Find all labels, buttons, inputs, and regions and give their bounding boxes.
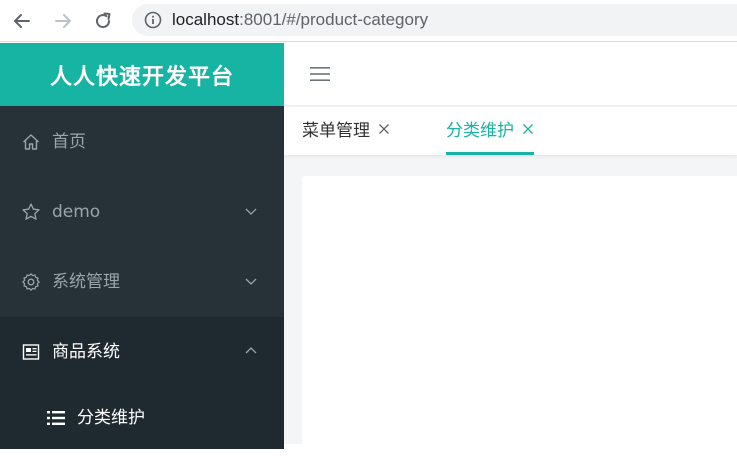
main-content: 菜单管理 分类维护 (284, 43, 737, 456)
tab-bar: 菜单管理 分类维护 (284, 107, 737, 155)
star-icon (22, 203, 40, 220)
forward-arrow-icon (55, 14, 71, 28)
topbar (284, 43, 737, 106)
info-icon[interactable] (144, 11, 162, 29)
sidebar-subitem-category[interactable]: 分类维护 (0, 387, 284, 449)
sidebar-item-label: 首页 (52, 132, 86, 152)
sidebar: 人人快速开发平台 首页 demo 系统管理 商品系统 分类维护 (0, 43, 284, 449)
tab-label: 菜单管理 (302, 121, 370, 141)
sidebar-item-product[interactable]: 商品系统 (0, 317, 284, 387)
url-path: :8001/#/product-category (239, 10, 429, 29)
list-icon (47, 411, 65, 425)
sidebar-item-home[interactable]: 首页 (0, 107, 284, 177)
address-bar[interactable]: localhost:8001/#/product-category (132, 4, 737, 36)
tab-label: 分类维护 (446, 121, 514, 141)
url-text: localhost:8001/#/product-category (172, 10, 428, 30)
browser-toolbar: localhost:8001/#/product-category (0, 0, 737, 42)
home-icon (23, 134, 39, 150)
forward-button[interactable] (49, 7, 77, 35)
app-root: 人人快速开发平台 首页 demo 系统管理 商品系统 分类维护 菜单管理 分类维… (0, 43, 737, 456)
close-icon[interactable] (522, 123, 534, 135)
product-icon (22, 344, 40, 360)
chevron-up-icon (245, 347, 257, 354)
reload-button[interactable] (89, 7, 117, 35)
chevron-down-icon (245, 208, 257, 215)
gear-icon (22, 273, 40, 291)
brand-title[interactable]: 人人快速开发平台 (0, 43, 284, 106)
reload-icon (96, 12, 111, 29)
url-host: localhost (172, 10, 240, 29)
back-arrow-icon (14, 14, 30, 28)
sidebar-item-label: 商品系统 (52, 342, 120, 362)
menu-toggle-icon[interactable] (310, 65, 330, 83)
sidebar-item-label: 系统管理 (52, 272, 120, 292)
sidebar-item-demo[interactable]: demo (0, 177, 284, 247)
tab-menu-management[interactable]: 菜单管理 (302, 107, 390, 155)
chevron-down-icon (245, 278, 257, 285)
content-panel (302, 176, 737, 456)
sidebar-item-system[interactable]: 系统管理 (0, 247, 284, 317)
back-button[interactable] (8, 7, 36, 35)
sidebar-subitem-label: 分类维护 (77, 408, 145, 428)
tab-category-maintenance[interactable]: 分类维护 (446, 107, 534, 155)
close-icon[interactable] (378, 123, 390, 135)
sidebar-item-label: demo (52, 202, 101, 222)
